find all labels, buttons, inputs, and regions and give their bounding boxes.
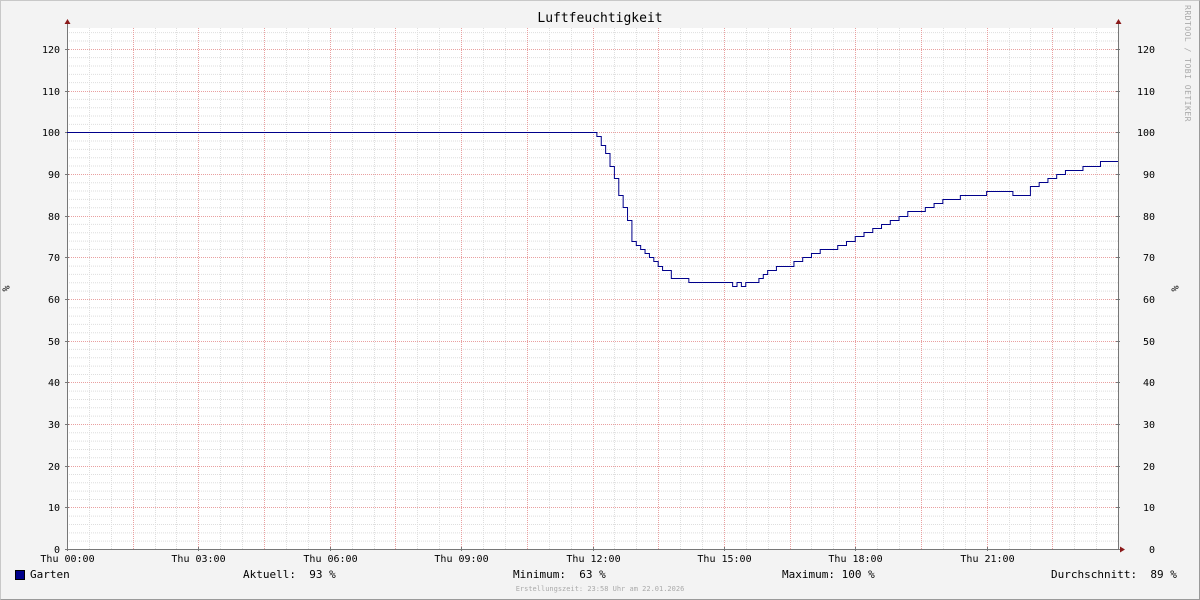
watermark: RRDTOOL / TOBI OETIKER: [1183, 5, 1192, 122]
y-tick-label-left: 90: [48, 170, 60, 181]
legend-current: Aktuell: 93 %: [243, 568, 336, 581]
legend-maximum: Maximum: 100 %: [782, 568, 875, 581]
y-tick-label-left: 10: [48, 503, 60, 514]
y-tick-label-right: 10: [1143, 503, 1155, 514]
y-tick-label-right: 80: [1143, 212, 1155, 223]
y-tick-label-right: 20: [1143, 462, 1155, 473]
y-tick-label-left: 120: [42, 45, 60, 56]
y-axis-label-left: %: [1, 285, 13, 292]
y-tick-label-right: 40: [1143, 378, 1155, 389]
y-tick-label-left: 100: [42, 128, 60, 139]
y-tick-label-right: 50: [1143, 337, 1155, 348]
y-tick-label-right: 90: [1143, 170, 1155, 181]
x-axis-arrow: [1120, 546, 1125, 553]
y-tick-label-left: 40: [48, 378, 60, 389]
x-tick-label: Thu 09:00: [434, 554, 488, 565]
y-tick-label-left: 50: [48, 337, 60, 348]
legend-average: Durchschnitt: 89 %: [1051, 568, 1177, 581]
y-tick-label-left: 70: [48, 253, 60, 264]
x-tick-label: Thu 06:00: [303, 554, 357, 565]
x-tick-label: Thu 03:00: [171, 554, 225, 565]
x-tick-label: Thu 21:00: [960, 554, 1014, 565]
creation-time: Erstellungszeit: 23:58 Uhr am 22.01.2026: [515, 585, 685, 593]
y-tick-label-right: 100: [1137, 128, 1155, 139]
y-tick-label-left: 110: [42, 87, 60, 98]
y-tick-label-right: 0: [1149, 545, 1155, 556]
x-tick-label: Thu 00:00: [40, 554, 94, 565]
x-tick-label: Thu 12:00: [566, 554, 620, 565]
x-tick-label: Thu 18:00: [828, 554, 882, 565]
y-tick-label-left: 30: [48, 420, 60, 431]
legend-series-name: Garten: [30, 568, 70, 581]
legend-minimum: Minimum: 63 %: [513, 568, 606, 581]
y-tick-label-right: 110: [1137, 87, 1155, 98]
y-tick-labels-left: 0102030405060708090100110120: [42, 45, 60, 556]
x-tick-label: Thu 15:00: [697, 554, 751, 565]
y-tick-label-left: 60: [48, 295, 60, 306]
x-tick-labels: Thu 00:00 Thu 03:00 Thu 06:00 Thu 09:00 Thu …: [40, 554, 1014, 565]
legend-swatch: [15, 570, 25, 580]
plot-area: [67, 28, 1118, 549]
y-tick-label-left: 80: [48, 212, 60, 223]
y-tick-label-left: 20: [48, 462, 60, 473]
y-tick-label-right: 70: [1143, 253, 1155, 264]
chart: 0 10 20 30 40 50 60 70 80 90 100 110 120 0 10 20 30 40 50…: [40, 19, 1155, 565]
y-tick-label-right: 120: [1137, 45, 1155, 56]
y-tick-label-right: 30: [1143, 420, 1155, 431]
y-tick-label-right: 60: [1143, 295, 1155, 306]
y-tick-labels-right: 0 10 20 30 40 50 60 70 80 90 100 110 120: [1137, 45, 1155, 556]
chart-title: Luftfeuchtigkeit: [537, 11, 663, 26]
y-axis-label-right: %: [1170, 285, 1182, 292]
